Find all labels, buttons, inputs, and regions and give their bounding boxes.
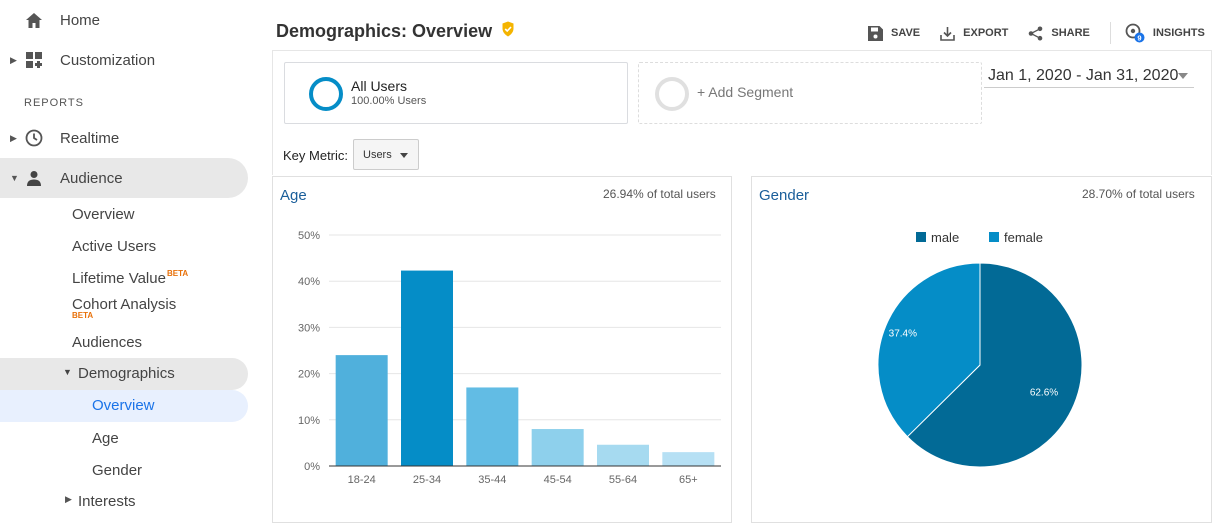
sidebar-item-demographics-overview[interactable]: Overview [0,390,248,422]
sidebar-item-label: Demographics [78,365,175,382]
sidebar: Home ▶ Customization REPORTS ▶ Realtime … [0,0,262,531]
caret-right-icon: ▶ [65,494,72,504]
age-bar-chart: 0% 10% 20% 30% 40% 50% 18-24 25-34 35-44 45-54 55-… [298,230,721,486]
key-metric-select[interactable]: Users [353,139,419,170]
legend-label-female: female [1004,230,1043,245]
sidebar-item-lifetime-value[interactable]: Lifetime ValueBETA [72,269,189,287]
sidebar-item-customization[interactable]: ▶ Customization [0,40,248,80]
insights-count: 9 [1137,33,1141,42]
export-button[interactable]: EXPORT [940,26,1008,41]
sidebar-item-gender[interactable]: Gender [92,462,142,479]
bar-18-24 [335,355,388,466]
sidebar-item-interests[interactable]: ▶ Interests [0,490,248,514]
bar-25-34 [401,270,453,466]
x-tick-label: 18-24 [348,474,376,486]
bar-35-44 [466,387,519,466]
pie-label-female: 37.4% [889,329,917,340]
date-range-picker[interactable]: Jan 1, 2020 - Jan 31, 2020 [984,64,1194,88]
segment-ring-icon [655,77,689,111]
x-tick-label: 25-34 [413,474,441,486]
sidebar-item-realtime[interactable]: ▶ Realtime [0,118,248,158]
gender-pie-chart: male female 62.6% 37.4% [877,230,1083,468]
y-tick-label: 20% [298,369,320,381]
sidebar-item-label: Audience [60,169,123,187]
y-tick-label: 10% [298,415,320,427]
panel-border [272,50,273,175]
beta-badge: BETA [166,269,189,278]
key-metric-label: Key Metric: [283,148,349,163]
save-label: SAVE [891,27,921,39]
sidebar-item-label: Lifetime Value [72,270,166,287]
verified-badge-icon [500,21,516,42]
sidebar-item-label: Interests [78,493,136,510]
caret-down-icon: ▼ [63,367,72,377]
share-icon [1029,26,1043,40]
x-tick-label: 55-64 [609,474,637,486]
sidebar-item-label: Overview [92,397,155,414]
x-tick-label: 45-54 [544,474,572,486]
y-tick-label: 50% [298,230,320,242]
x-tick-label: 65+ [679,474,698,486]
person-icon [25,169,43,187]
pie-label-male: 62.6% [1030,388,1058,399]
export-icon [940,26,955,41]
bar-55-64 [597,444,649,466]
key-metric-value: Users [363,149,392,161]
gender-chart-card: Gender 28.70% of total users male female 6… [751,176,1212,523]
panel-border [1211,50,1212,175]
sidebar-item-audiences[interactable]: Audiences [72,334,142,351]
clock-icon [25,129,43,147]
save-button[interactable]: SAVE [868,25,921,41]
share-button[interactable]: SHARE [1028,26,1090,41]
sidebar-item-demographics[interactable]: ▼ Demographics [0,358,248,390]
page-title-text: Demographics: Overview [276,21,493,41]
insights-button[interactable]: 9 INSIGHTS [1125,23,1205,43]
caret-right-icon: ▶ [10,54,17,65]
caret-right-icon: ▶ [10,132,17,143]
bar-45-54 [531,429,584,466]
sidebar-item-age[interactable]: Age [92,430,119,447]
legend-swatch-male [916,232,926,242]
segment-name: All Users [351,78,408,94]
caret-down-icon: ▼ [10,173,19,183]
share-label: SHARE [1051,27,1090,39]
dropdown-arrow-icon [400,153,408,158]
bar-65+ [662,452,715,466]
sidebar-item-label: Customization [60,51,156,69]
x-tick-label: 35-44 [478,474,506,486]
export-label: EXPORT [963,27,1009,39]
segment-ring-icon [309,77,343,111]
date-range-text: Jan 1, 2020 - Jan 31, 2020 [988,67,1179,84]
segment-all-users[interactable]: All Users 100.00% Users [284,62,628,124]
segment-percent: 100.00% Users [351,95,427,107]
header-divider [1109,22,1111,44]
sidebar-item-audience-overview[interactable]: Overview [72,206,135,223]
panel-top-border [272,50,1212,51]
insights-icon: 9 [1125,23,1145,43]
sidebar-item-home[interactable]: Home [0,0,248,40]
y-tick-label: 40% [298,276,320,288]
save-icon [868,25,883,41]
y-tick-label: 0% [304,461,320,473]
beta-badge: BETA [72,311,94,320]
dropdown-arrow-icon [1178,73,1188,79]
y-tick-label: 30% [298,322,320,334]
add-segment-label: + Add Segment [697,84,794,100]
header-actions: SAVE EXPORT SHARE 9 INSIGHTS [868,22,1225,44]
insights-label: INSIGHTS [1152,27,1205,39]
home-icon [25,11,43,29]
add-segment-button[interactable]: + Add Segment [638,62,982,124]
page-title: Demographics: Overview [276,21,516,42]
sidebar-item-label: Home [60,11,101,29]
legend-swatch-female [989,232,999,242]
sidebar-item-label: Realtime [60,129,120,147]
dashboard-grid-icon [25,51,43,69]
sidebar-item-active-users[interactable]: Active Users [72,238,156,255]
sidebar-item-audience[interactable]: ▼ Audience [0,158,248,198]
legend-label-male: male [931,230,959,245]
reports-section-label: REPORTS [24,97,84,109]
age-chart-card: Age 26.94% of total users 0% 10% 20% 30% 40%… [272,176,732,523]
